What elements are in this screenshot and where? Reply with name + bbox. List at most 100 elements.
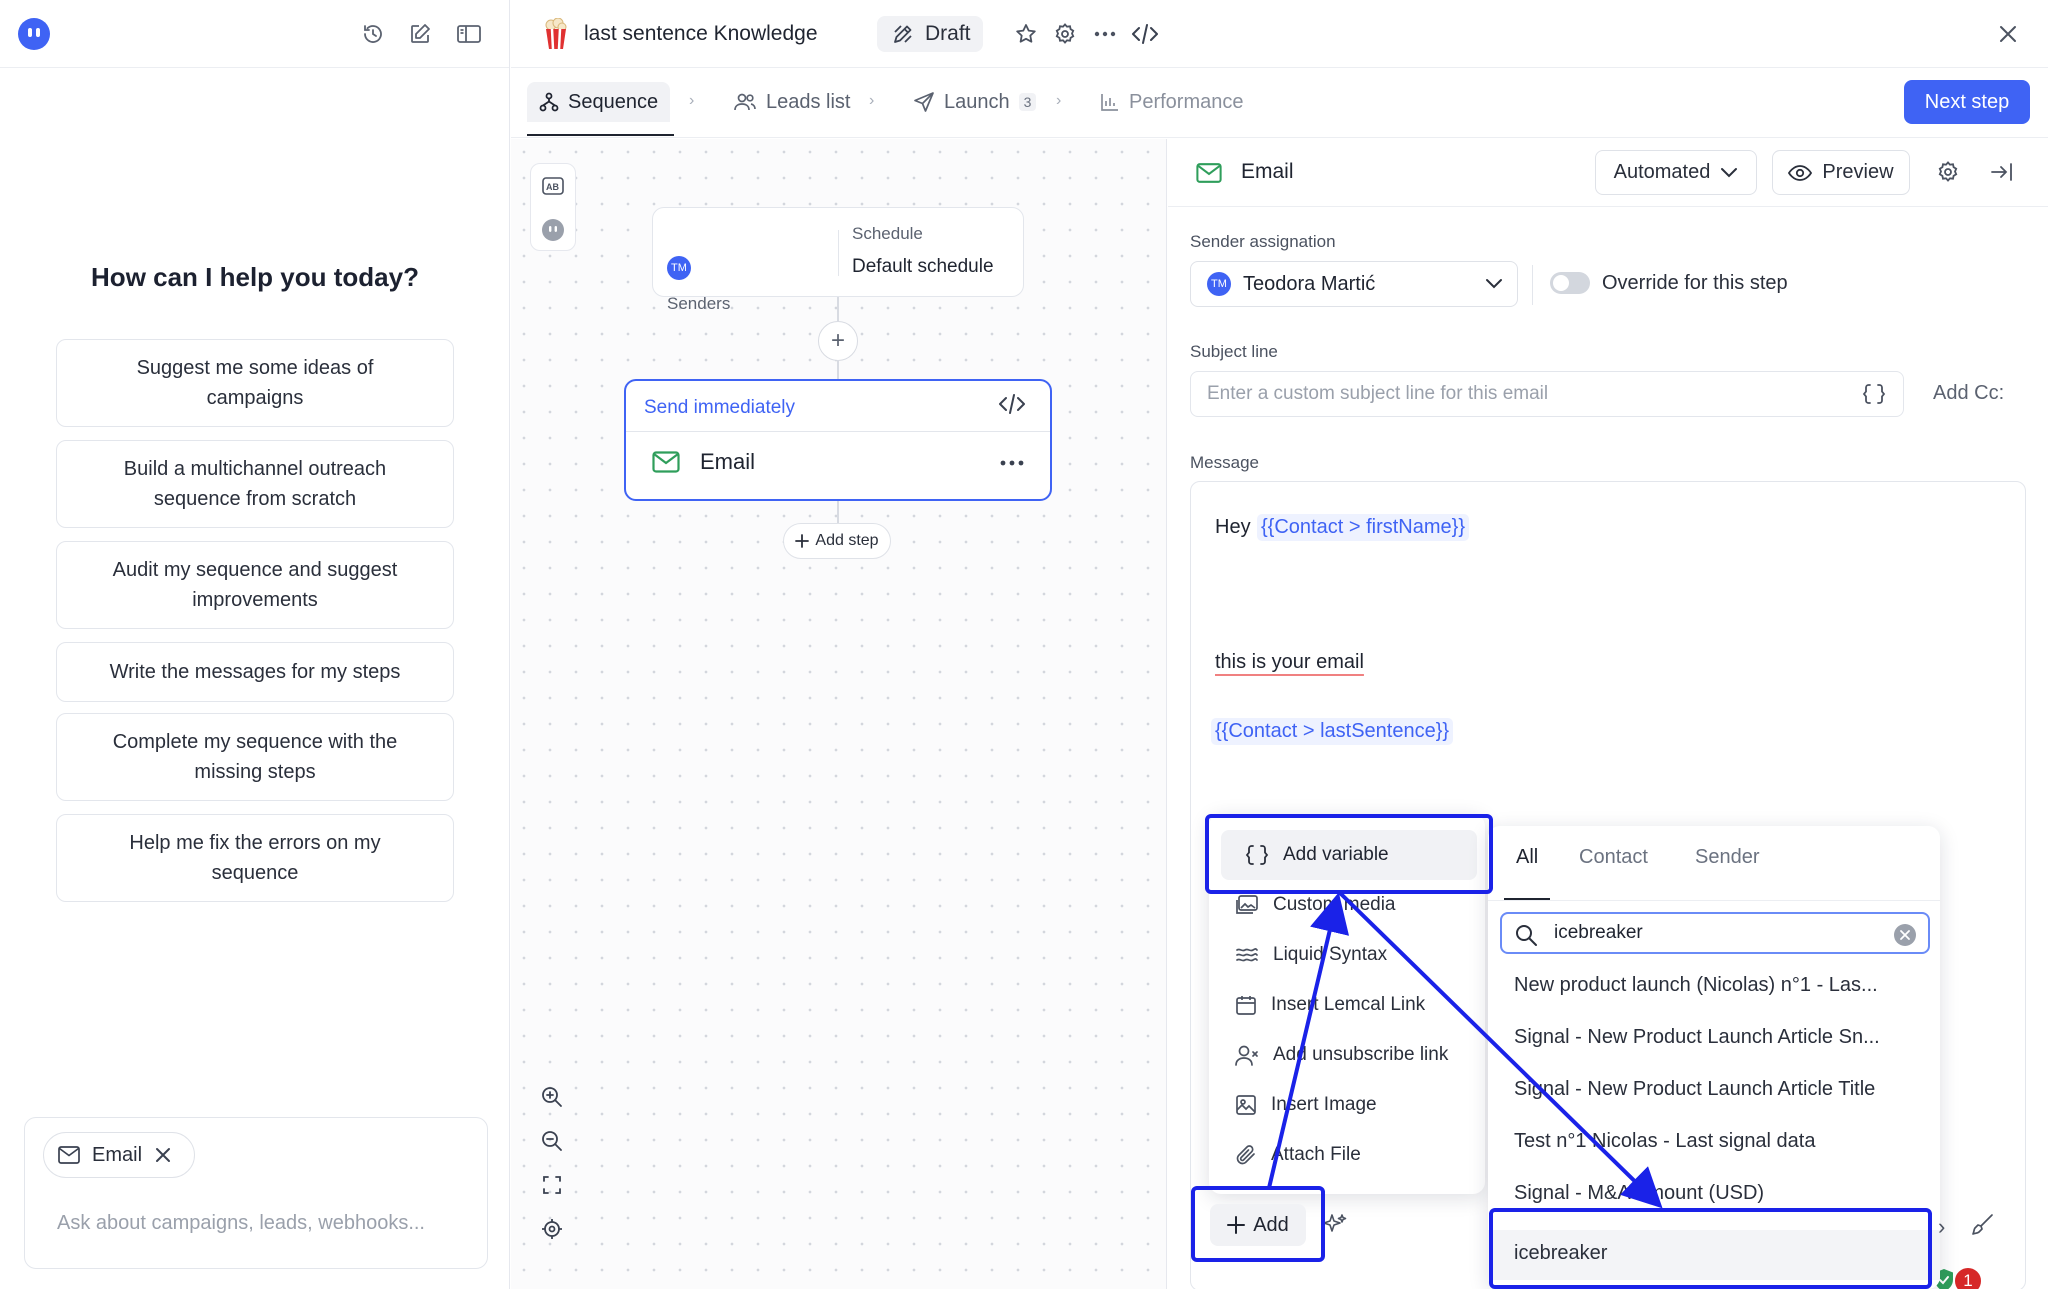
unsubscribe-link-label: Add unsubscribe link [1273, 1044, 1449, 1065]
campaign-header: last sentence Knowledge Draft [511, 0, 2048, 68]
new-chat-icon[interactable] [406, 20, 434, 48]
tab-leads-list[interactable]: Leads list [721, 82, 863, 122]
code-icon[interactable] [1131, 20, 1159, 48]
assistant-toolbar [0, 0, 509, 68]
suggestion-card[interactable]: Build a multichannel outreach sequence f… [56, 440, 454, 528]
subject-input[interactable] [1190, 371, 1904, 417]
status-badge-label: Draft [925, 22, 971, 45]
next-step-button[interactable]: Next step [1904, 80, 2030, 124]
step-name: Email [700, 449, 756, 474]
add-step-button[interactable]: Add step [783, 523, 891, 559]
variable-result-item[interactable]: New product launch (Nicolas) n°1 - Las..… [1514, 974, 1878, 997]
variable-result-item[interactable]: Signal - New Product Launch Article Sn..… [1514, 1026, 1880, 1049]
liquid-syntax-item[interactable]: Liquid Syntax [1235, 938, 1387, 972]
close-icon[interactable] [1994, 20, 2022, 48]
preview-button[interactable]: Preview [1772, 150, 1910, 195]
fit-view-icon[interactable] [530, 1163, 574, 1207]
gear-icon[interactable] [1051, 20, 1079, 48]
tab-launch[interactable]: Launch 3 [901, 82, 1048, 122]
popcorn-icon [544, 18, 568, 50]
gear-icon[interactable] [1936, 160, 1960, 184]
suggestion-card[interactable]: Help me fix the errors on my sequence [56, 814, 454, 902]
recenter-icon[interactable] [530, 1207, 574, 1251]
more-options-icon[interactable] [1000, 460, 1024, 466]
app-logo[interactable] [18, 18, 50, 50]
sequence-canvas[interactable]: AB Senders TM Schedule Default schedule … [511, 139, 1167, 1289]
variable-result-item[interactable]: Signal - M&A Amount (USD) [1514, 1182, 1764, 1205]
suggestion-card[interactable]: Audit my sequence and suggest improvemen… [56, 541, 454, 629]
suggestion-card[interactable]: Suggest me some ideas of campaigns [56, 339, 454, 427]
campaign-title[interactable]: last sentence Knowledge [584, 22, 818, 46]
insert-step-button[interactable]: + [818, 321, 858, 361]
more-options-icon[interactable] [1091, 20, 1119, 48]
search-icon [1514, 923, 1538, 947]
mode-select[interactable]: Automated [1595, 150, 1757, 195]
var-tab-all[interactable]: All [1516, 846, 1538, 869]
lemcal-link-label: Insert Lemcal Link [1271, 994, 1426, 1015]
attach-file-label: Attach File [1271, 1144, 1361, 1165]
editor-header: Email Automated Preview [1168, 139, 2048, 207]
svg-text:AB: AB [546, 182, 559, 192]
divider [1488, 900, 1940, 901]
divider [838, 230, 839, 276]
variable-search[interactable] [1500, 912, 1930, 954]
attach-file-item[interactable]: Attach File [1235, 1138, 1361, 1172]
annotation-box-add-button [1191, 1186, 1325, 1262]
clear-search-icon[interactable] [1894, 924, 1916, 946]
chevron-right-icon: › [869, 92, 875, 109]
add-cc-button[interactable]: Add Cc: [1933, 382, 2004, 405]
code-icon[interactable] [998, 393, 1026, 415]
ai-assistant-icon[interactable] [531, 208, 575, 252]
variable-chip[interactable]: {{Contact > lastSentence}} [1211, 718, 1454, 745]
history-icon[interactable] [359, 20, 387, 48]
annotation-box-icebreaker [1489, 1208, 1932, 1289]
email-step-card[interactable]: Send immediately Email [624, 379, 1052, 501]
sidebar-toggle-icon[interactable] [455, 20, 483, 48]
star-icon[interactable] [1012, 20, 1040, 48]
brush-icon[interactable] [1970, 1212, 1996, 1238]
var-tab-sender[interactable]: Sender [1695, 846, 1760, 869]
sender-select[interactable]: TM Teodora Martić [1190, 261, 1518, 307]
chevron-right-icon[interactable]: › [1938, 1214, 1945, 1240]
context-chip[interactable]: Email [43, 1132, 195, 1178]
suggestion-card[interactable]: Write the messages for my steps [56, 642, 454, 702]
unsubscribe-link-item[interactable]: Add unsubscribe link [1235, 1038, 1448, 1072]
ab-test-icon[interactable]: AB [531, 164, 575, 208]
variable-search-input[interactable] [1554, 922, 1874, 944]
custom-media-label: Custom media [1273, 894, 1396, 915]
chart-icon [1100, 92, 1120, 112]
variable-result-item[interactable]: Test n°1 Nicolas - Last signal data [1514, 1130, 1815, 1153]
send-icon [913, 91, 935, 113]
preview-label: Preview [1822, 161, 1894, 183]
variable-chip[interactable]: {{Contact > firstName}} [1257, 514, 1470, 541]
sparkle-icon[interactable] [1322, 1212, 1348, 1238]
senders-schedule-card[interactable]: Senders TM Schedule Default schedule [652, 207, 1024, 313]
zoom-in-icon[interactable] [530, 1075, 574, 1119]
avatar: TM [1207, 272, 1231, 296]
divider [626, 431, 1050, 432]
chat-input[interactable] [57, 1212, 457, 1235]
chevron-down-icon [1485, 278, 1503, 290]
variable-result-item[interactable]: Signal - New Product Launch Article Titl… [1514, 1078, 1875, 1101]
braces-icon[interactable] [1862, 383, 1886, 405]
tab-performance[interactable]: Performance [1088, 82, 1256, 122]
lemcal-link-item[interactable]: Insert Lemcal Link [1235, 988, 1425, 1022]
user-remove-icon [1235, 1044, 1259, 1066]
campaign-tabs: Sequence › Leads list › Launch 3 › Perfo… [511, 68, 2048, 138]
collapse-panel-icon[interactable] [1990, 162, 2014, 182]
close-icon[interactable] [154, 1146, 172, 1164]
tab-sequence[interactable]: Sequence [527, 82, 671, 122]
add-step-label: Add step [815, 532, 879, 549]
tab-label: Performance [1129, 90, 1244, 113]
override-toggle[interactable] [1550, 272, 1590, 294]
suggestion-card[interactable]: Complete my sequence with the missing st… [56, 713, 454, 801]
error-count-badge[interactable]: 1 [1953, 1266, 1983, 1289]
liquid-syntax-label: Liquid Syntax [1273, 944, 1388, 965]
var-tab-contact[interactable]: Contact [1579, 846, 1648, 869]
status-badge[interactable]: Draft [877, 16, 983, 52]
insert-image-label: Insert Image [1271, 1094, 1377, 1115]
eye-icon [1788, 164, 1813, 182]
insert-image-item[interactable]: Insert Image [1235, 1088, 1377, 1122]
zoom-out-icon[interactable] [530, 1119, 574, 1163]
connector-line [837, 501, 839, 523]
